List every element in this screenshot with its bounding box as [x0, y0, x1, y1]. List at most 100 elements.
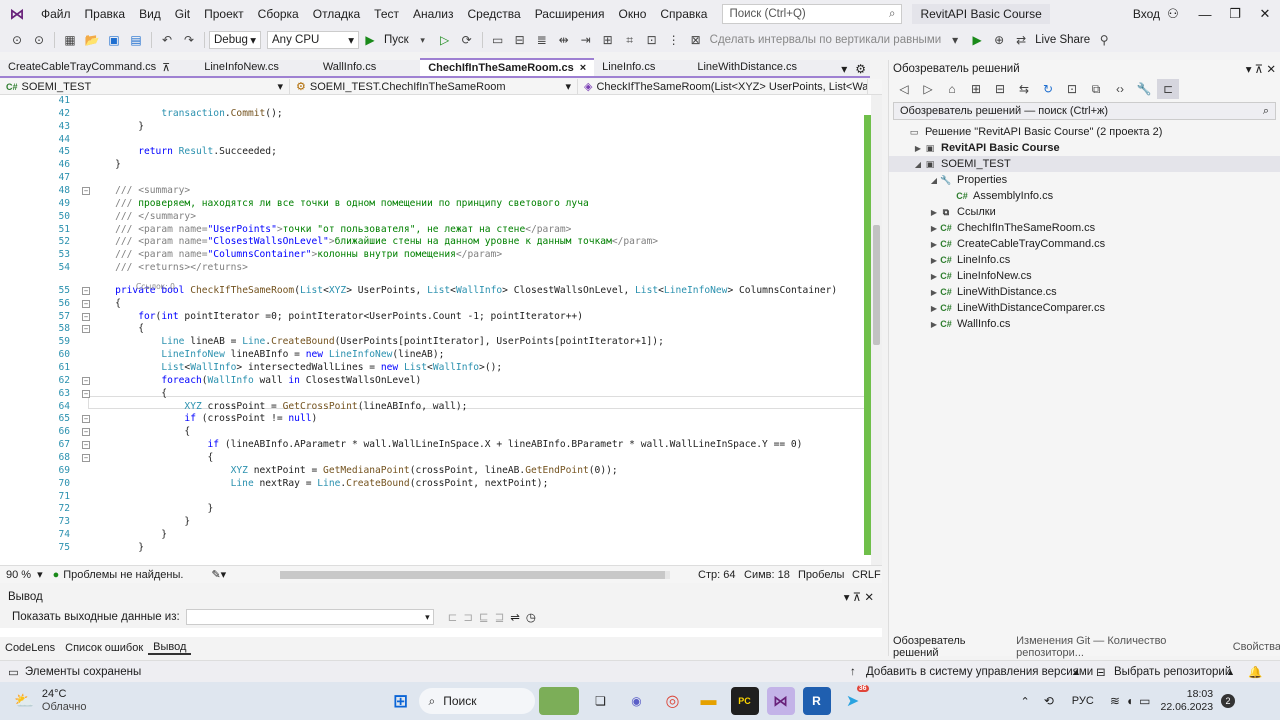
close-tab-icon[interactable]: ×: [580, 62, 586, 74]
expand-icon[interactable]: ▶: [929, 256, 939, 265]
select-repository-button[interactable]: Выбрать репозиторий: [1114, 666, 1231, 678]
code-line[interactable]: 74 }: [0, 529, 870, 542]
tree-item[interactable]: ◢ ▣ SOEMI_TEST: [889, 156, 1280, 172]
start-without-debug-icon[interactable]: ▷: [434, 30, 456, 50]
tab-check-if-in-same-room[interactable]: ChechIfInTheSameRoom.cs ×: [420, 58, 595, 76]
close-icon[interactable]: ✕: [864, 592, 874, 604]
expand-icon[interactable]: ▶: [929, 304, 939, 313]
telegram-icon[interactable]: ➤ 36: [839, 685, 869, 715]
switch-views-icon[interactable]: ⊞: [965, 79, 987, 99]
class-dropdown[interactable]: ⚙ SOEMI_TEST.ChechIfInTheSameRoom ▾: [290, 78, 578, 95]
expand-icon[interactable]: ▶: [929, 288, 939, 297]
code-line[interactable]: 65 − if (crossPoint != null): [0, 413, 870, 426]
menu-edit[interactable]: Правка: [78, 0, 133, 28]
restore-icon[interactable]: ❐: [1220, 0, 1250, 28]
code-line[interactable]: 56 − {: [0, 298, 870, 311]
file-explorer-icon[interactable]: ▬: [695, 687, 723, 715]
pin-icon[interactable]: ⊼: [162, 61, 170, 74]
word-wrap-icon[interactable]: ⇌: [510, 610, 520, 624]
code-line[interactable]: 46 }: [0, 159, 870, 172]
code-line[interactable]: 72 }: [0, 503, 870, 516]
code-line[interactable]: 63 − {: [0, 388, 870, 401]
live-share-icon[interactable]: ⇄: [1010, 30, 1032, 50]
fold-toggle-icon[interactable]: −: [82, 415, 90, 424]
tab-line-info[interactable]: LineInfo.cs: [594, 58, 663, 76]
wifi-icon[interactable]: ≋: [1110, 694, 1120, 708]
code-line[interactable]: 69 XYZ nextPoint = GetMedianaPoint(cross…: [0, 465, 870, 478]
save-icon[interactable]: ▣: [103, 30, 125, 50]
pin-icon[interactable]: ⊼: [853, 592, 865, 604]
code-line[interactable]: 59 Line lineAB = Line.CreateBound(UserPo…: [0, 336, 870, 349]
tray-chevron-up-icon[interactable]: ⌃: [1021, 695, 1030, 708]
tab-create-cable-tray-command[interactable]: CreateCableTrayCommand.cs ⊼: [0, 58, 178, 76]
find-message-icon[interactable]: ⊏: [448, 610, 458, 624]
chevron-down-icon[interactable]: ▾: [412, 30, 434, 50]
network-status-icon[interactable]: ⟲: [1044, 694, 1054, 708]
code-line[interactable]: 75 }: [0, 542, 870, 555]
find-icon[interactable]: ⊡: [641, 30, 663, 50]
tree-item[interactable]: ▶ C# LineWithDistanceComparer.cs: [889, 300, 1280, 316]
code-line[interactable]: 71: [0, 491, 870, 504]
tree-item[interactable]: ▶ C# WallInfo.cs: [889, 316, 1280, 332]
properties-icon[interactable]: 🔧: [1133, 79, 1155, 99]
code-line[interactable]: 55 − private bool CheckIfTheSameRoom(List…: [0, 285, 870, 298]
more-icon[interactable]: ▾: [944, 30, 966, 50]
code-line[interactable]: 53 /// <param name="ColumnsContainer">ко…: [0, 249, 870, 262]
code-line[interactable]: 73 }: [0, 516, 870, 529]
fold-toggle-icon[interactable]: −: [82, 325, 90, 334]
play-icon[interactable]: ▶: [359, 30, 381, 50]
code-line[interactable]: 58 − {: [0, 323, 870, 336]
comment-icon[interactable]: ⊞: [597, 30, 619, 50]
collapse-all-icon[interactable]: ⊡: [1061, 79, 1083, 99]
fold-toggle-icon[interactable]: −: [82, 389, 90, 398]
fold-toggle-icon[interactable]: −: [82, 441, 90, 450]
visual-studio-taskbar-icon[interactable]: ⋈: [766, 687, 795, 715]
notification-count-badge[interactable]: 2: [1221, 694, 1236, 708]
problems-status[interactable]: Проблемы не найдены.: [59, 569, 187, 581]
menu-build[interactable]: Сборка: [251, 0, 306, 28]
scrollbar-thumb[interactable]: [280, 571, 665, 579]
windows-start-icon[interactable]: ⊞: [387, 687, 415, 715]
fold-toggle-icon[interactable]: −: [82, 453, 90, 462]
tree-item[interactable]: ◢ 🔧 Properties: [889, 172, 1280, 188]
expand-icon[interactable]: ▶: [929, 320, 939, 329]
code-line[interactable]: 52 /// <param name="ClosestWallsOnLevel"…: [0, 236, 870, 249]
align-icon[interactable]: ⇹: [553, 30, 575, 50]
back-icon[interactable]: ⊙: [6, 30, 28, 50]
extensions-icon[interactable]: ⊕: [988, 30, 1010, 50]
forward-icon[interactable]: ▷: [917, 79, 939, 99]
expand-icon[interactable]: ▶: [913, 144, 923, 153]
tree-item[interactable]: ▶ C# ChechIfInTheSameRoom.cs: [889, 220, 1280, 236]
menu-analyze[interactable]: Анализ: [406, 0, 461, 28]
clock[interactable]: 18:03 22.06.2023: [1160, 688, 1213, 714]
code-line[interactable]: 70 Line nextRay = Line.CreateBound(cross…: [0, 478, 870, 491]
code-line[interactable]: 45 return Result.Succeeded;: [0, 146, 870, 159]
project-dropdown[interactable]: C# SOEMI_TEST ▾: [0, 78, 290, 95]
new-project-icon[interactable]: ▦: [59, 30, 81, 50]
code-line[interactable]: 62 − foreach(WallInfo wall in ClosestWall…: [0, 375, 870, 388]
battery-icon[interactable]: ▭: [1139, 694, 1150, 708]
tree-item[interactable]: ▶ ▣ RevitAPI Basic Course: [889, 140, 1280, 156]
redo-icon[interactable]: ↷: [178, 30, 200, 50]
brush-icon[interactable]: ✎: [211, 568, 220, 581]
preview-icon[interactable]: ⊏: [1157, 79, 1179, 99]
tab-overflow-icon[interactable]: ▾: [837, 62, 851, 76]
menu-help[interactable]: Справка: [653, 0, 714, 28]
chevron-down-icon[interactable]: ▾: [221, 568, 227, 581]
search-highlight-icon[interactable]: [538, 687, 579, 715]
search-input[interactable]: Поиск (Ctrl+Q) ⌕: [722, 4, 903, 24]
chevron-down-icon[interactable]: ▾: [844, 592, 853, 604]
browser-link-icon[interactable]: ⟳: [456, 30, 478, 50]
pending-changes-icon[interactable]: ⊟: [989, 79, 1011, 99]
tab-wall-info[interactable]: WallInfo.cs: [287, 58, 384, 76]
tab-solution-explorer[interactable]: Обозреватель решений: [893, 635, 1006, 659]
expand-icon[interactable]: ▶: [929, 208, 939, 217]
chevron-down-icon[interactable]: ▾: [37, 568, 43, 581]
fold-toggle-icon[interactable]: −: [82, 299, 90, 308]
tree-item[interactable]: ▭ Решение "RevitAPI Basic Course" (2 прое…: [889, 124, 1280, 140]
menu-window[interactable]: Окно: [611, 0, 653, 28]
code-line[interactable]: 50 /// </summary>: [0, 211, 870, 224]
chevron-up-icon[interactable]: ▲: [1072, 667, 1081, 677]
live-share-button[interactable]: Live Share: [1032, 34, 1093, 46]
code-line[interactable]: 66 − {: [0, 426, 870, 439]
